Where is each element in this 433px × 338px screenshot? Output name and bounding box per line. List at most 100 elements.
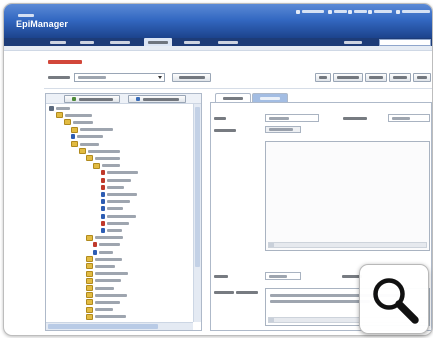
tree-item[interactable] — [71, 126, 114, 133]
tree-item-label — [95, 293, 127, 297]
tree-item[interactable] — [100, 213, 136, 220]
folder-icon — [86, 285, 93, 291]
tree-item[interactable] — [56, 112, 93, 119]
folder-icon — [93, 162, 101, 169]
scroll-arrow-icon[interactable] — [269, 243, 274, 247]
tree-item[interactable] — [71, 133, 104, 140]
field-label-1 — [214, 117, 226, 120]
tree-item[interactable] — [86, 263, 115, 270]
tree-item[interactable] — [71, 141, 100, 148]
tree-item-label — [106, 171, 138, 175]
tab-2[interactable] — [252, 93, 288, 102]
file-action-button[interactable] — [172, 73, 211, 82]
header-link-2[interactable] — [328, 9, 347, 14]
content-textarea[interactable] — [265, 141, 430, 251]
tree-item[interactable] — [100, 177, 131, 184]
nav-tab-2[interactable] — [78, 38, 96, 46]
tree-view — [46, 104, 193, 322]
tree-item[interactable] — [100, 191, 137, 198]
tree-item[interactable] — [78, 148, 120, 155]
tree-item[interactable] — [86, 299, 120, 306]
field-input-1[interactable] — [265, 114, 319, 122]
nav-tab-1[interactable] — [48, 38, 68, 46]
tree-toolbar-button-2[interactable] — [128, 95, 186, 103]
tree-item[interactable] — [86, 313, 126, 320]
chevron-down-icon — [158, 76, 162, 79]
document-icon — [93, 249, 98, 255]
header-link-1[interactable] — [296, 9, 324, 14]
document-icon — [100, 213, 105, 219]
header-link-5[interactable] — [396, 9, 430, 14]
toolbar-button-5[interactable] — [413, 73, 431, 82]
tree-toolbar — [46, 94, 201, 104]
nav-tab-4-active[interactable] — [144, 38, 172, 46]
tree-item[interactable] — [100, 198, 130, 205]
document-icon — [93, 242, 98, 248]
folder-icon — [63, 119, 71, 126]
folder-icon — [86, 277, 93, 284]
zoom-button[interactable] — [359, 264, 429, 334]
toolbar-button-1[interactable] — [315, 73, 331, 82]
tree-item[interactable] — [86, 155, 120, 162]
field-value — [269, 116, 289, 120]
tree-item[interactable] — [86, 285, 114, 292]
header-link-3[interactable] — [348, 9, 367, 14]
toolbar-button-4[interactable] — [389, 73, 411, 82]
logo-tagline — [18, 14, 34, 17]
app-logo[interactable]: EpiManager — [16, 14, 68, 29]
field-input-4[interactable] — [265, 272, 301, 280]
document-icon — [100, 206, 105, 212]
document-icon — [100, 170, 105, 176]
tree-item-label — [95, 315, 126, 319]
folder-icon — [71, 126, 79, 133]
tree-item[interactable] — [100, 169, 138, 176]
tab-1[interactable] — [215, 93, 251, 102]
scrollbar-thumb[interactable] — [195, 107, 200, 267]
file-select-value — [78, 76, 106, 79]
tree-item[interactable] — [86, 306, 113, 313]
file-select[interactable] — [74, 73, 165, 82]
scrollbar-thumb[interactable] — [48, 324, 158, 329]
search-input[interactable] — [379, 39, 431, 46]
tree-item[interactable] — [86, 277, 121, 284]
tree-vertical-scrollbar[interactable] — [193, 104, 201, 322]
folder-icon — [86, 155, 93, 162]
link-icon — [348, 9, 352, 14]
scroll-arrow-icon[interactable] — [269, 318, 274, 322]
file-select-label — [48, 76, 70, 79]
header-link-label — [354, 10, 367, 13]
tree-item-label — [106, 192, 137, 196]
tree-horizontal-scrollbar[interactable] — [46, 322, 193, 330]
tree-item[interactable] — [86, 234, 123, 241]
page-title — [48, 60, 82, 64]
tree-item[interactable] — [86, 270, 128, 277]
tree-item[interactable] — [100, 220, 129, 227]
tree-item[interactable] — [93, 249, 114, 256]
tree-item[interactable] — [100, 184, 124, 191]
tree-item-label — [56, 106, 70, 110]
tree-item-label — [106, 228, 122, 232]
tree-toolbar-button-1[interactable] — [64, 95, 120, 103]
tree-item[interactable] — [100, 227, 122, 234]
nav-tab-6[interactable] — [216, 38, 240, 46]
tree-item[interactable] — [100, 205, 123, 212]
tree-item[interactable] — [49, 105, 70, 112]
tree-item[interactable] — [86, 292, 127, 299]
button-label — [319, 76, 327, 79]
field-label-3 — [214, 129, 236, 132]
button-label — [393, 76, 407, 79]
header-link-4[interactable] — [368, 9, 392, 14]
document-icon — [100, 177, 105, 183]
nav-tab-5[interactable] — [182, 38, 202, 46]
tree-item[interactable] — [86, 256, 122, 263]
tree-item[interactable] — [93, 241, 121, 248]
tree-item[interactable] — [93, 162, 121, 169]
toolbar-button-3[interactable] — [365, 73, 387, 82]
nav-tab-3[interactable] — [108, 38, 132, 46]
tree-item-label — [80, 128, 114, 132]
textarea-scrollbar[interactable] — [268, 242, 427, 248]
field-label-6b — [236, 291, 258, 294]
tree-item[interactable] — [63, 119, 93, 126]
field-select-2[interactable] — [388, 114, 430, 122]
toolbar-button-2[interactable] — [333, 73, 363, 82]
